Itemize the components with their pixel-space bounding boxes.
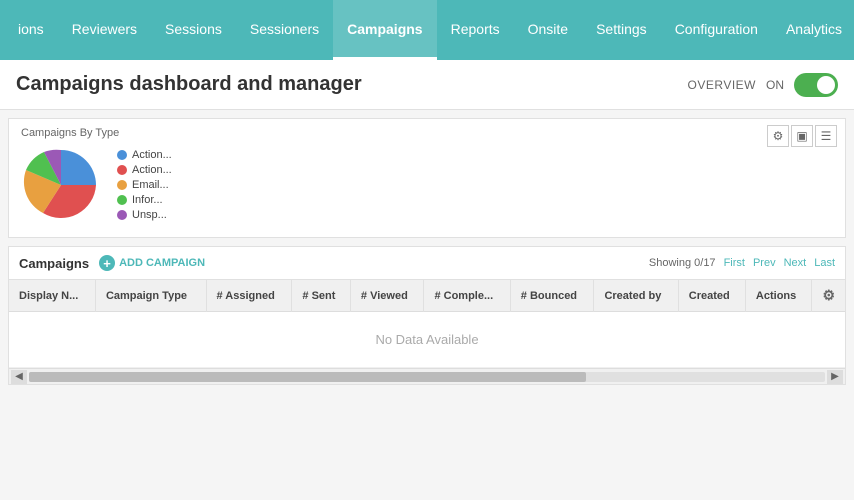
prev-page-button[interactable]: Prev xyxy=(753,257,776,269)
col-assigned: # Assigned xyxy=(206,280,292,312)
legend-dot-3 xyxy=(117,195,127,205)
main-content: Campaigns By Type ⚙ ▣ ☰ xyxy=(0,118,854,385)
header-right: OVERVIEW ON xyxy=(688,73,838,97)
chart-controls: ⚙ ▣ ☰ xyxy=(767,125,837,147)
campaigns-table: Display N... Campaign Type # Assigned # … xyxy=(9,280,845,368)
scroll-thumb xyxy=(29,372,586,382)
no-data-cell: No Data Available xyxy=(9,312,845,368)
nav-bar: ions Reviewers Sessions Sessioners Campa… xyxy=(0,0,854,60)
col-viewed: # Viewed xyxy=(350,280,424,312)
campaigns-table-container: Display N... Campaign Type # Assigned # … xyxy=(9,280,845,368)
sidebar-item-onsite[interactable]: Onsite xyxy=(514,0,582,60)
chart-gear-button[interactable]: ⚙ xyxy=(767,125,789,147)
scroll-left-arrow[interactable]: ◀ xyxy=(11,370,27,384)
legend-dot-0 xyxy=(117,150,127,160)
last-page-button[interactable]: Last xyxy=(814,257,835,269)
legend-item-4: Unsp... xyxy=(117,209,172,221)
chart-section: Campaigns By Type ⚙ ▣ ☰ xyxy=(8,118,846,238)
sidebar-item-reviewers[interactable]: Reviewers xyxy=(58,0,151,60)
col-actions: Actions xyxy=(745,280,812,312)
legend-dot-4 xyxy=(117,210,127,220)
legend-item-2: Email... xyxy=(117,179,172,191)
horizontal-scrollbar: ◀ ▶ xyxy=(9,368,845,384)
sidebar-item-ions[interactable]: ions xyxy=(4,0,58,60)
col-gear[interactable]: ⚙ xyxy=(812,280,845,312)
sidebar-item-sessions[interactable]: Sessions xyxy=(151,0,236,60)
campaigns-header: Campaigns + ADD CAMPAIGN Showing 0/17 Fi… xyxy=(9,247,845,280)
pagination-area: Showing 0/17 First Prev Next Last xyxy=(649,257,835,269)
table-body: No Data Available xyxy=(9,312,845,368)
table-header: Display N... Campaign Type # Assigned # … xyxy=(9,280,845,312)
chart-list-button[interactable]: ☰ xyxy=(815,125,837,147)
chart-area: Action... Action... Email... Infor... Un… xyxy=(21,145,833,225)
legend-item-1: Action... xyxy=(117,164,172,176)
chart-section-title: Campaigns By Type xyxy=(21,127,833,139)
sidebar-item-settings[interactable]: Settings xyxy=(582,0,661,60)
scroll-track[interactable] xyxy=(29,372,825,382)
campaigns-title: Campaigns xyxy=(19,256,89,271)
campaigns-title-area: Campaigns + ADD CAMPAIGN xyxy=(19,255,205,271)
scroll-right-arrow[interactable]: ▶ xyxy=(827,370,843,384)
sidebar-item-reports[interactable]: Reports xyxy=(437,0,514,60)
sidebar-item-sessioners[interactable]: Sessioners xyxy=(236,0,333,60)
col-display-name: Display N... xyxy=(9,280,95,312)
campaigns-section: Campaigns + ADD CAMPAIGN Showing 0/17 Fi… xyxy=(8,246,846,385)
col-sent: # Sent xyxy=(292,280,351,312)
sidebar-item-analytics[interactable]: Analytics xyxy=(772,0,854,60)
col-created: Created xyxy=(678,280,745,312)
overview-label: OVERVIEW xyxy=(688,78,756,92)
pie-chart xyxy=(21,145,101,225)
legend-item-3: Infor... xyxy=(117,194,172,206)
sidebar-item-configuration[interactable]: Configuration xyxy=(661,0,772,60)
plus-icon: + xyxy=(99,255,115,271)
showing-text: Showing 0/17 xyxy=(649,257,716,269)
page-header: Campaigns dashboard and manager OVERVIEW… xyxy=(0,60,854,110)
page-title: Campaigns dashboard and manager xyxy=(16,73,362,96)
legend-dot-1 xyxy=(117,165,127,175)
col-bounced: # Bounced xyxy=(510,280,594,312)
first-page-button[interactable]: First xyxy=(724,257,745,269)
on-label: ON xyxy=(766,78,784,92)
col-campaign-type: Campaign Type xyxy=(95,280,206,312)
col-completed: # Comple... xyxy=(424,280,510,312)
overview-toggle[interactable] xyxy=(794,73,838,97)
no-data-row: No Data Available xyxy=(9,312,845,368)
legend-dot-2 xyxy=(117,180,127,190)
chart-legend: Action... Action... Email... Infor... Un… xyxy=(117,149,172,221)
table-gear-icon[interactable]: ⚙ xyxy=(822,287,835,303)
legend-item-0: Action... xyxy=(117,149,172,161)
sidebar-item-campaigns[interactable]: Campaigns xyxy=(333,0,436,60)
chart-view-button[interactable]: ▣ xyxy=(791,125,813,147)
next-page-button[interactable]: Next xyxy=(784,257,807,269)
col-created-by: Created by xyxy=(594,280,678,312)
add-campaign-button[interactable]: + ADD CAMPAIGN xyxy=(99,255,205,271)
